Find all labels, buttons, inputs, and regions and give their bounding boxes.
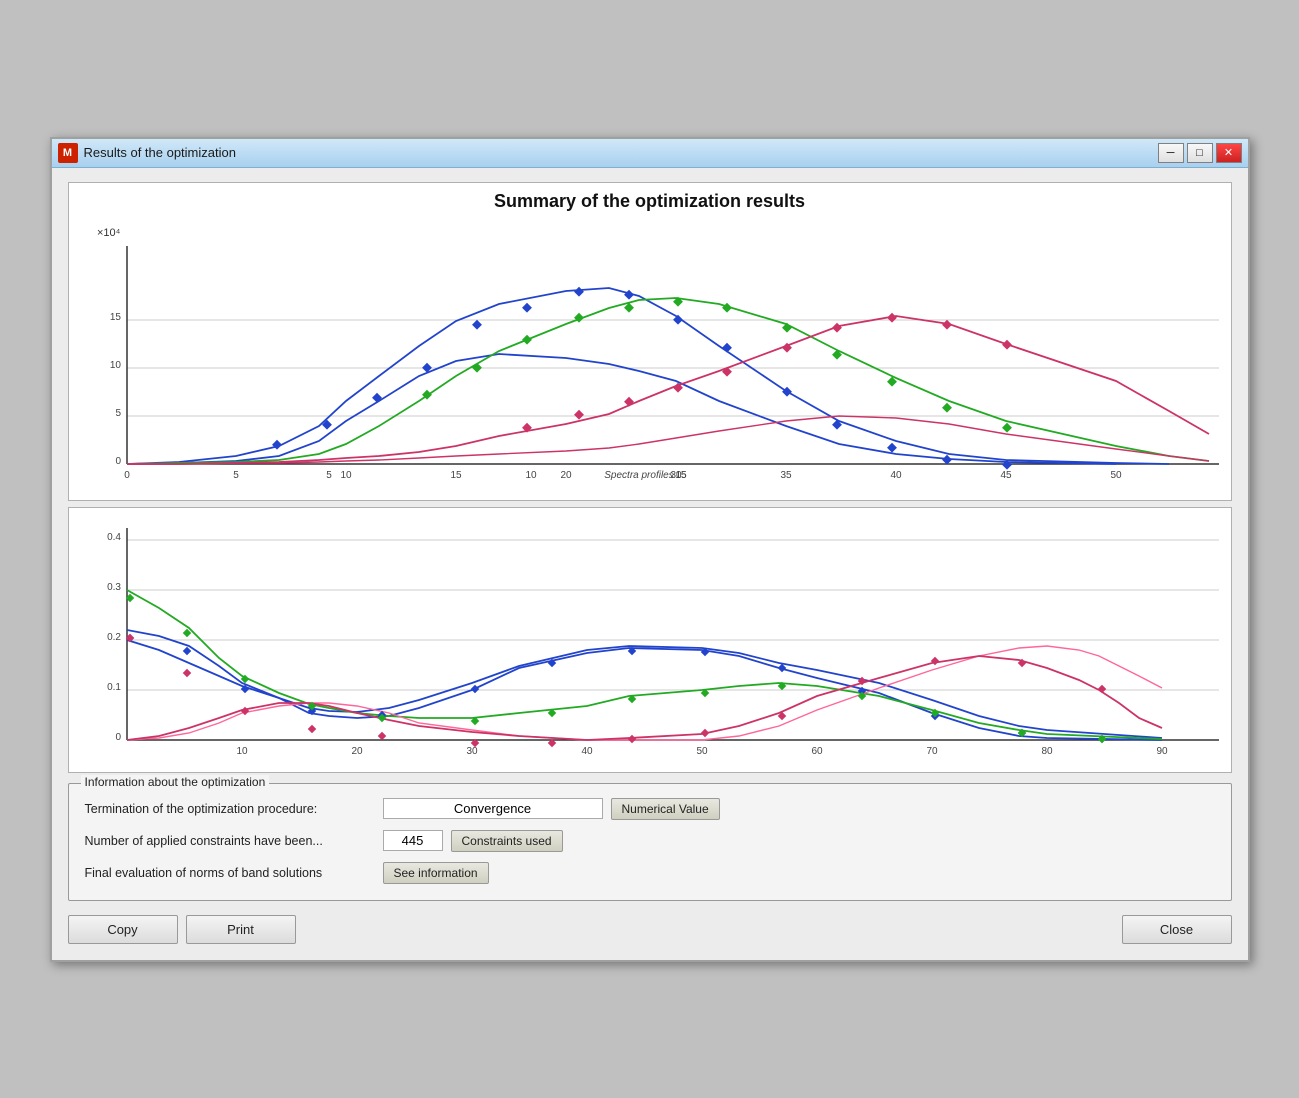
svg-text:40: 40 [581, 746, 593, 757]
info-row-termination: Termination of the optimization procedur… [85, 798, 1215, 820]
termination-value: Convergence [383, 798, 603, 819]
y-axis-label-top: ×10⁴ [97, 227, 121, 239]
print-button[interactable]: Print [186, 915, 296, 944]
svg-text:Spectra profiles: Spectra profiles [604, 470, 673, 481]
svg-text:20: 20 [560, 470, 572, 481]
main-window: M Results of the optimization ─ □ ✕ Summ… [50, 137, 1250, 962]
svg-text:90: 90 [1156, 746, 1168, 757]
svg-text:10: 10 [236, 746, 248, 757]
titlebar-controls: ─ □ ✕ [1158, 143, 1242, 163]
top-chart-svg: ×10⁴ 0 5 10 15 0 5 1 [79, 216, 1229, 496]
app-icon: M [58, 143, 78, 163]
close-button[interactable]: Close [1122, 915, 1232, 944]
bottom-green-curve [127, 590, 1162, 739]
info-box-legend: Information about the optimization [81, 775, 270, 789]
svg-text:0.3: 0.3 [107, 582, 121, 593]
svg-text:0.1: 0.1 [107, 682, 121, 693]
chart-container-top: Summary of the optimization results ×10⁴… [68, 182, 1232, 501]
svg-text:60: 60 [811, 746, 823, 757]
info-box: Information about the optimization Termi… [68, 783, 1232, 901]
svg-text:35: 35 [780, 470, 792, 481]
svg-text:0: 0 [115, 732, 121, 743]
chart-container-bottom: 0 0.1 0.2 0.3 0.4 10 [68, 507, 1232, 773]
blue-curve-1 [127, 288, 1169, 464]
svg-text:45: 45 [1000, 470, 1012, 481]
termination-label: Termination of the optimization procedur… [85, 802, 375, 816]
info-row-norms: Final evaluation of norms of band soluti… [85, 862, 1215, 884]
bottom-pink-curve [127, 646, 1162, 740]
copy-button[interactable]: Copy [68, 915, 178, 944]
maximize-button[interactable]: □ [1187, 143, 1213, 163]
green-dots [422, 296, 1012, 432]
bottom-blue-curve-2 [127, 640, 1162, 738]
window-title: Results of the optimization [84, 145, 236, 160]
svg-text:30: 30 [670, 470, 682, 481]
titlebar-left: M Results of the optimization [58, 143, 236, 163]
bottom-chart-svg: 0 0.1 0.2 0.3 0.4 10 [79, 508, 1229, 768]
svg-text:30: 30 [466, 746, 478, 757]
norms-label: Final evaluation of norms of band soluti… [85, 866, 375, 880]
chart-title: Summary of the optimization results [69, 183, 1231, 216]
svg-text:0.4: 0.4 [107, 532, 121, 543]
chart-area-bottom: 0 0.1 0.2 0.3 0.4 10 [69, 508, 1231, 772]
numerical-value-button[interactable]: Numerical Value [611, 798, 720, 820]
svg-text:15: 15 [450, 470, 462, 481]
chart-area-top: ×10⁴ 0 5 10 15 0 5 1 [69, 216, 1231, 500]
svg-text:70: 70 [926, 746, 938, 757]
y-tick-15: 15 [109, 312, 121, 323]
constraints-used-button[interactable]: Constraints used [451, 830, 563, 852]
main-content: Summary of the optimization results ×10⁴… [52, 168, 1248, 960]
svg-text:10: 10 [340, 470, 352, 481]
x-tick-10: 10 [525, 470, 537, 481]
y-tick-5: 5 [115, 408, 121, 419]
constraints-label: Number of applied constraints have been.… [85, 834, 375, 848]
svg-text:5: 5 [233, 470, 239, 481]
info-row-constraints: Number of applied constraints have been.… [85, 830, 1215, 852]
y-tick-10: 10 [109, 360, 121, 371]
see-information-button[interactable]: See information [383, 862, 489, 884]
constraints-value: 445 [383, 830, 443, 851]
svg-text:50: 50 [1110, 470, 1122, 481]
svg-text:80: 80 [1041, 746, 1053, 757]
svg-text:20: 20 [351, 746, 363, 757]
x-tick-0: 0 [124, 470, 130, 481]
svg-text:0.2: 0.2 [107, 632, 121, 643]
close-window-button[interactable]: ✕ [1216, 143, 1242, 163]
titlebar: M Results of the optimization ─ □ ✕ [52, 139, 1248, 168]
red-dots [522, 312, 1012, 432]
x-tick-5: 5 [326, 470, 332, 481]
y-tick-0: 0 [115, 456, 121, 467]
bottom-left-buttons: Copy Print [68, 915, 296, 944]
bottom-bar: Copy Print Close [68, 911, 1232, 948]
svg-text:50: 50 [696, 746, 708, 757]
minimize-button[interactable]: ─ [1158, 143, 1184, 163]
svg-text:40: 40 [890, 470, 902, 481]
